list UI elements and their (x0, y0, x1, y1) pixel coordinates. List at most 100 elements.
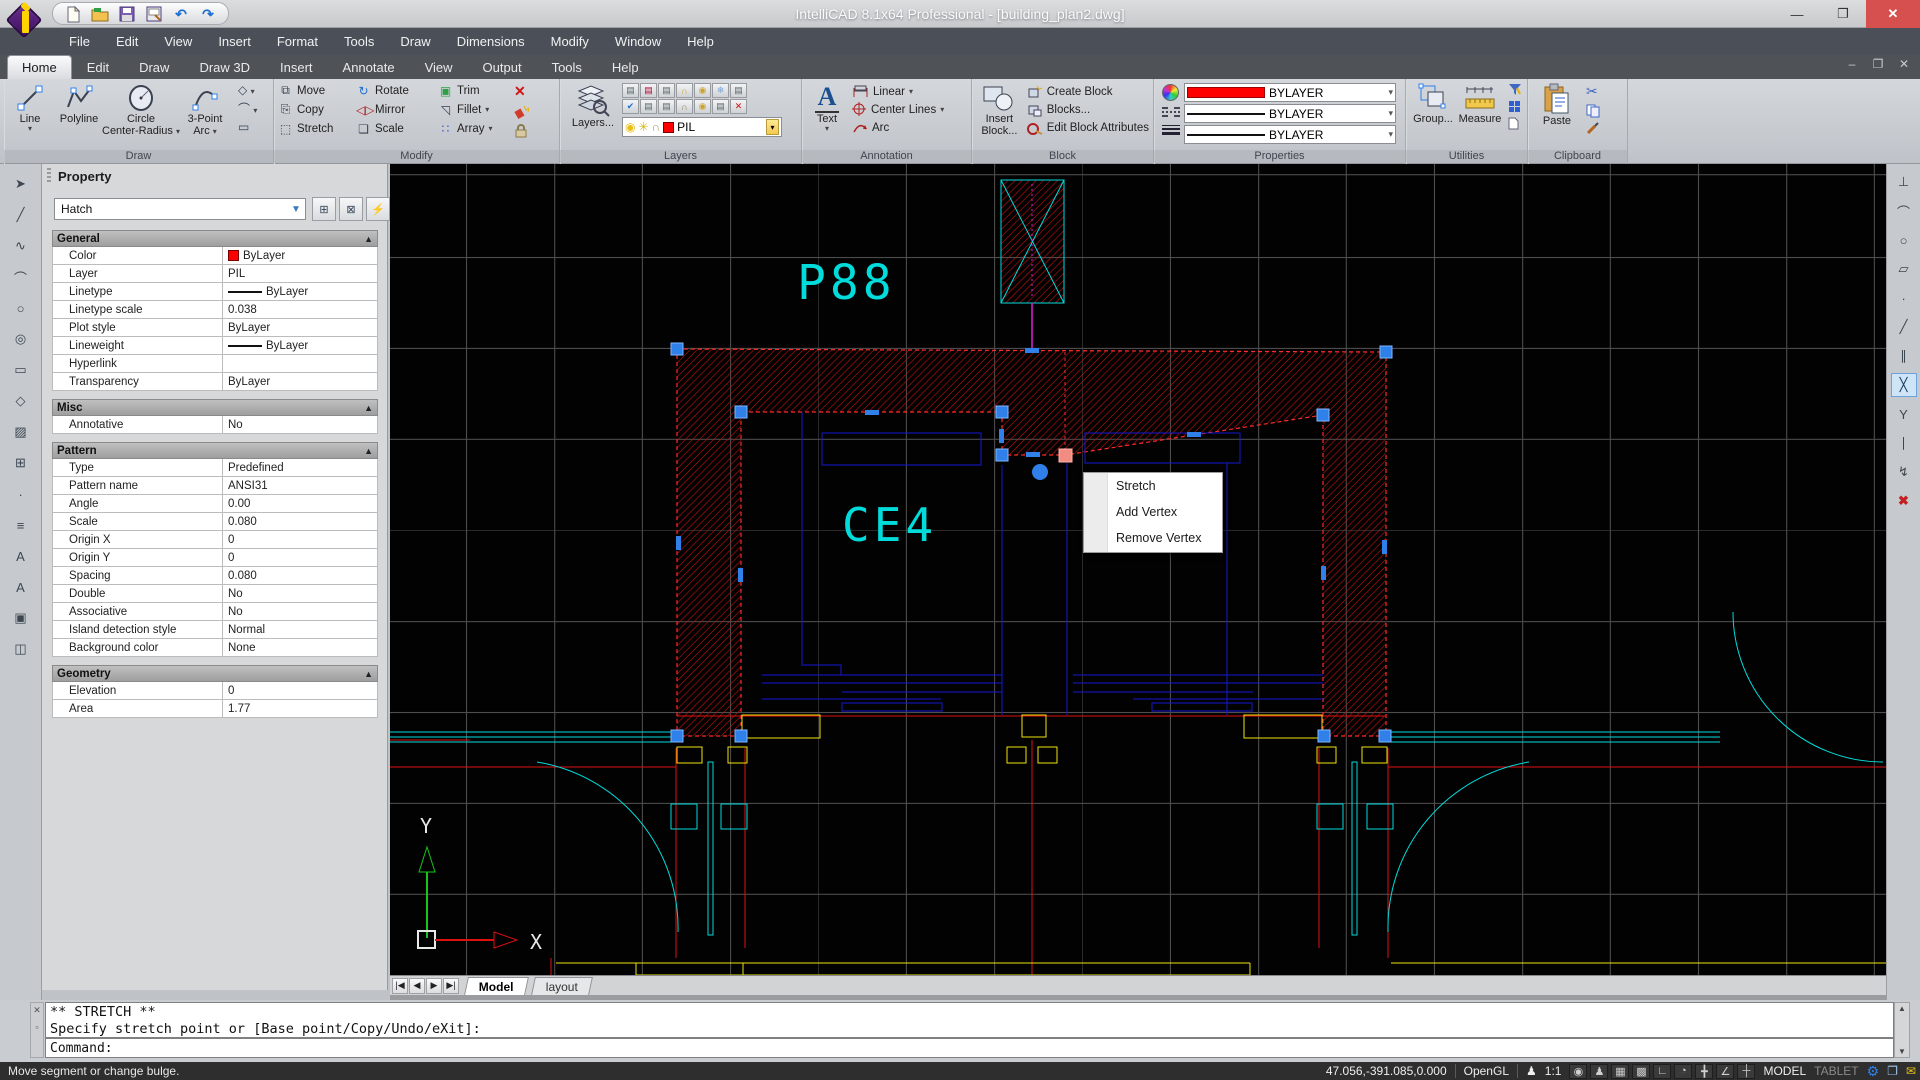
layer-tool-icon[interactable]: ◉ (694, 99, 711, 114)
menu-item-view[interactable]: View (151, 30, 205, 53)
snapgrid-icon[interactable]: ▦ (1611, 1064, 1629, 1079)
save-icon[interactable] (117, 5, 137, 24)
ribbon-tab-view[interactable]: View (411, 56, 467, 79)
doc-restore-icon[interactable]: ❐ (1870, 57, 1886, 71)
polar-icon[interactable]: ◔ (1674, 1064, 1692, 1079)
match-properties-icon[interactable] (1586, 122, 1600, 135)
property-row[interactable]: Area1.77 (52, 700, 378, 718)
layer-tool-icon[interactable]: ▤ (730, 83, 747, 98)
quick-filter-button[interactable]: ⚡ (366, 197, 390, 221)
layer-tool-icon[interactable]: ▤ (640, 99, 657, 114)
page-icon[interactable] (1508, 117, 1522, 130)
drawing-canvas[interactable]: P88 CE4 (390, 164, 1886, 975)
property-row[interactable]: ColorByLayer (52, 247, 378, 265)
menu-item-draw[interactable]: Draw (387, 30, 443, 53)
section-header-pattern[interactable]: Pattern▲ (52, 442, 378, 459)
command-pin-icon[interactable]: ▫ (35, 1022, 38, 1032)
donut-icon[interactable]: ◎ (8, 327, 34, 351)
property-row[interactable]: LineweightByLayer (52, 337, 378, 355)
ribbon-tab-help[interactable]: Help (598, 56, 653, 79)
snap-perpendicular-icon[interactable]: ∣ (1891, 431, 1917, 455)
three-point-arc-button[interactable]: 3-Point Arc ▾ (176, 81, 234, 149)
property-row[interactable]: Plot styleByLayer (52, 319, 378, 337)
annoscale-icon[interactable]: ♟ (1590, 1064, 1608, 1079)
context-item-stretch[interactable]: Stretch (1084, 473, 1222, 499)
property-row[interactable]: Background colorNone (52, 639, 378, 657)
layer-combo[interactable]: ◉ ✳ ∩ PIL ▾ (622, 117, 782, 137)
select-entities-button[interactable]: ⊞ (312, 197, 336, 221)
ortho-icon[interactable]: ∟ (1653, 1064, 1671, 1079)
group-button[interactable]: Group... (1410, 81, 1456, 149)
view-icon[interactable]: ◫ (8, 637, 34, 661)
layer-tool-icon[interactable]: ▤ (658, 83, 675, 98)
renderer-indicator[interactable]: OpenGL (1464, 1064, 1509, 1078)
rectangle-tool-icon[interactable]: ▭ (238, 120, 257, 134)
next-sheet-icon[interactable]: ▶ (426, 978, 442, 994)
doc-close-icon[interactable]: ✕ (1896, 57, 1912, 71)
ribbon-tab-draw-3d[interactable]: Draw 3D (185, 56, 264, 79)
layer-tool-icon[interactable]: ❄ (712, 83, 729, 98)
line-button[interactable]: Line▾ (8, 81, 52, 149)
layer-combo-dropdown-icon[interactable]: ▾ (766, 119, 779, 135)
move-button[interactable]: ⧉Move (278, 83, 356, 98)
center-lines-button[interactable]: Center Lines▾ (852, 101, 944, 118)
measure-button[interactable]: Measure (1456, 81, 1504, 149)
redo-icon[interactable]: ↷ (198, 5, 218, 24)
paste-button[interactable]: Paste (1532, 81, 1582, 149)
mirror-button[interactable]: ◁▷Mirror (356, 103, 438, 117)
open-file-icon[interactable] (90, 5, 110, 24)
array-button[interactable]: ∷Array ▾ (438, 122, 510, 136)
menu-item-file[interactable]: File (56, 30, 103, 53)
undo-icon[interactable]: ↶ (171, 5, 191, 24)
cursor-coordinates[interactable]: 47.056,-391.085,0.000 (1326, 1064, 1447, 1078)
layer-tool-icon[interactable]: ▤ (712, 99, 729, 114)
ribbon-tab-edit[interactable]: Edit (73, 56, 123, 79)
arc-annotation-button[interactable]: Arc (852, 119, 944, 136)
last-sheet-icon[interactable]: ▶| (443, 978, 459, 994)
trim-button[interactable]: ▣Trim (438, 84, 510, 98)
section-header-geometry[interactable]: Geometry▲ (52, 665, 378, 682)
circle-button[interactable]: Circle Center-Radius ▾ (106, 81, 176, 149)
text-icon[interactable]: A (8, 544, 34, 568)
stretch-button[interactable]: ⬚Stretch (278, 122, 356, 136)
property-row[interactable]: Elevation0 (52, 682, 378, 700)
line-icon[interactable]: ╱ (8, 203, 34, 227)
snap-parallel-icon[interactable]: ∥ (1891, 344, 1917, 368)
lwt-icon[interactable]: ◉ (1569, 1064, 1587, 1079)
first-sheet-icon[interactable]: |◀ (392, 978, 408, 994)
layer-tool-icon[interactable]: ∩ (676, 99, 693, 114)
section-header-misc[interactable]: Misc▲ (52, 399, 378, 416)
property-row[interactable]: Scale0.080 (52, 513, 378, 531)
entity-type-select[interactable]: Hatch▼ (54, 198, 306, 220)
copy-button[interactable]: ⎘Copy (278, 102, 356, 117)
tablet-toggle[interactable]: TABLET (1814, 1064, 1858, 1078)
linear-dimension-button[interactable]: Linear▾ (852, 83, 944, 100)
tab-layout[interactable]: layout (531, 977, 593, 995)
property-row[interactable]: Angle0.00 (52, 495, 378, 513)
lineweight-icon[interactable] (1162, 123, 1180, 136)
circle-icon[interactable]: ○ (8, 296, 34, 320)
layer-tool-icon[interactable]: ▤ (658, 99, 675, 114)
pointer-icon[interactable]: ➤ (8, 172, 34, 196)
context-item-add-vertex[interactable]: Add Vertex (1084, 499, 1222, 525)
insert-block-button[interactable]: Insert Block... (976, 81, 1023, 149)
revcloud-tool-icon[interactable]: ⌒ ▾ (238, 100, 257, 117)
rotate-button[interactable]: ↻Rotate (356, 84, 438, 98)
property-row[interactable]: Pattern nameANSI31 (52, 477, 378, 495)
ribbon-tab-tools[interactable]: Tools (538, 56, 596, 79)
property-row[interactable]: AnnotativeNo (52, 416, 378, 434)
app-logo-icon[interactable] (8, 1, 48, 51)
layer-tool-icon[interactable]: ▤ (622, 83, 639, 98)
prev-sheet-icon[interactable]: ◀ (409, 978, 425, 994)
grid-icon[interactable]: ▩ (1632, 1064, 1650, 1079)
mail-icon[interactable]: ✉ (1906, 1064, 1916, 1078)
menu-item-edit[interactable]: Edit (103, 30, 151, 53)
menu-item-help[interactable]: Help (674, 30, 727, 53)
property-row[interactable]: LayerPIL (52, 265, 378, 283)
property-row[interactable]: LinetypeByLayer (52, 283, 378, 301)
settings-gear-icon[interactable]: ⚙ (1867, 1063, 1880, 1080)
menu-item-tools[interactable]: Tools (331, 30, 387, 53)
command-scrollbar[interactable]: ▲▼ (1894, 1002, 1910, 1058)
annotation-scale[interactable]: 1:1 (1545, 1064, 1562, 1078)
table-icon[interactable]: ▣ (8, 606, 34, 630)
